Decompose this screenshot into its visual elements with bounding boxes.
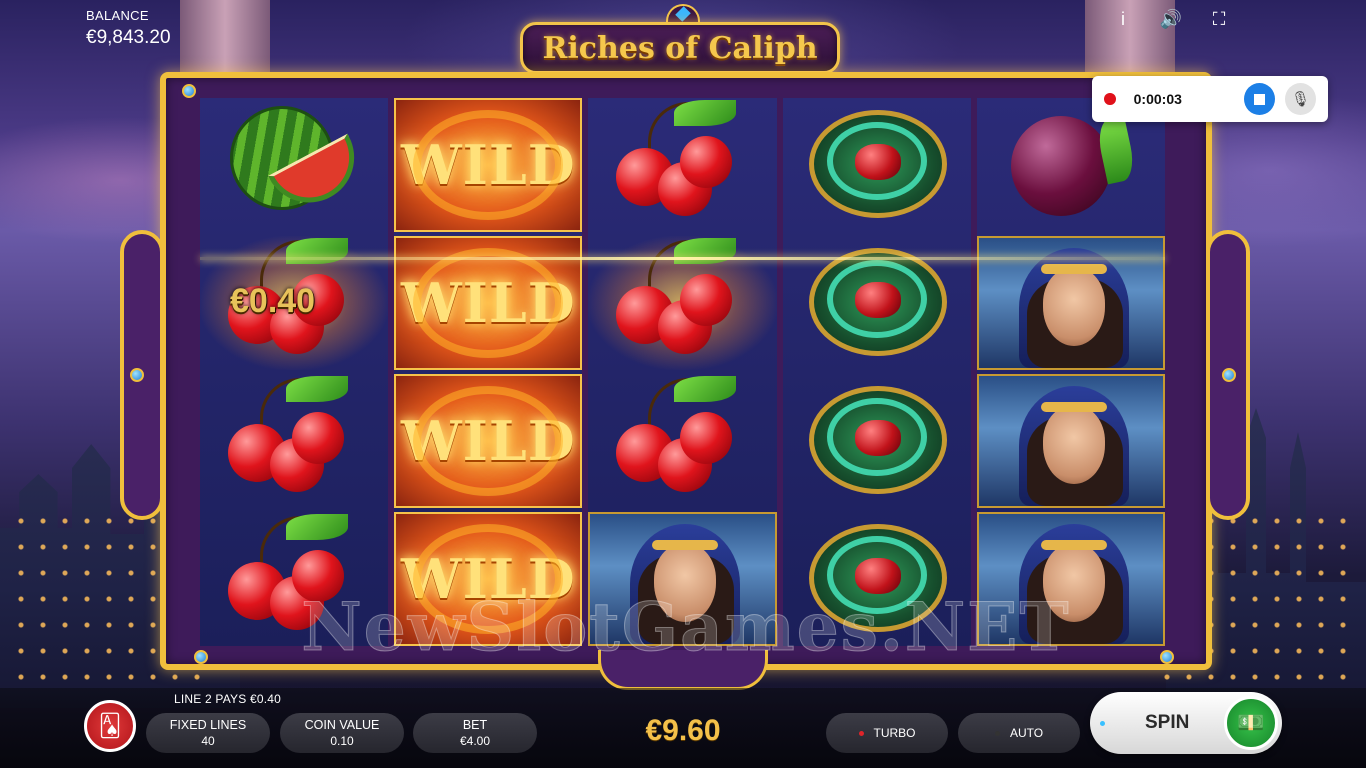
stop-recording-button[interactable] (1243, 83, 1275, 115)
sound-icon[interactable]: 🔊 (1158, 8, 1184, 30)
reel-4 (782, 98, 971, 646)
symbol-snake-emblem (783, 374, 971, 508)
cherry-leaf-icon (674, 238, 737, 264)
recording-time: 0:00:03 (1133, 91, 1182, 107)
game-title: Riches of Caliph (542, 30, 818, 66)
ruby-icon (854, 282, 901, 318)
ruby-icon (854, 144, 901, 180)
screen-recorder-widget: 0:00:03 🎙 (1092, 76, 1328, 122)
turbo-indicator-dot (858, 730, 864, 736)
mute-mic-button[interactable]: 🎙 (1284, 83, 1316, 115)
symbol-watermelon (200, 98, 388, 232)
reel-grid: €0.40 WILD WILD WILD WILD (200, 98, 1165, 646)
cherry-icon (680, 274, 733, 326)
spin-indicator-dot (1100, 720, 1105, 726)
auto-label: AUTO (1009, 726, 1044, 740)
turbo-label: TURBO (873, 726, 916, 740)
cherry-icon (680, 136, 733, 188)
snake-coil-icon (413, 110, 564, 220)
fullscreen-icon[interactable]: ⛶ (1206, 8, 1232, 30)
line-win-amount: €0.40 (230, 282, 316, 320)
cards-icon: 🂡 (98, 713, 122, 738)
win-message: LINE 2 PAYS €0.40 (174, 692, 282, 706)
coin-value-label: COIN VALUE (304, 718, 380, 732)
princess-headband-icon (652, 540, 719, 550)
princess-headband-icon (1040, 540, 1107, 550)
site-watermark: NewSlotGames.NET (301, 588, 1071, 667)
spin-label: SPIN (1145, 712, 1190, 733)
reel-2: WILD WILD WILD WILD (394, 98, 583, 646)
symbol-princess (976, 374, 1165, 508)
game-title-plaque: Riches of Caliph (520, 22, 840, 74)
symbol-cherry (588, 374, 776, 508)
coin-value-value: 0.10 (330, 734, 354, 748)
fixed-lines-value: 40 (201, 734, 215, 748)
symbol-wild: WILD (394, 98, 583, 232)
cherry-leaf-icon (286, 238, 348, 264)
symbol-cherry (588, 98, 776, 232)
paytable-cards-button[interactable]: 🂡 (84, 700, 136, 752)
snake-coil-icon (413, 386, 564, 496)
ruby-icon (854, 420, 901, 456)
plum-icon (1010, 116, 1111, 216)
stop-icon (1253, 93, 1265, 105)
money-stack-icon: 💵 (1224, 696, 1278, 750)
spin-button[interactable]: SPIN 💵 (1090, 692, 1282, 754)
cherry-leaf-icon (286, 514, 348, 540)
info-icon[interactable]: i (1110, 8, 1136, 30)
cherry-leaf-icon (286, 376, 348, 402)
total-bet-amount: €9.60 (645, 714, 721, 747)
symbol-wild: WILD (394, 374, 583, 508)
bet-selector[interactable]: BET €4.00 (413, 713, 537, 753)
frame-gem-icon (130, 368, 144, 382)
cherry-leaf-icon (674, 376, 737, 402)
princess-headband-icon (1040, 264, 1107, 274)
cherry-leaf-icon (674, 100, 737, 126)
frame-gem-icon (182, 84, 196, 98)
balance-display: BALANCE €9,843.20 (86, 8, 171, 49)
fixed-lines-display[interactable]: FIXED LINES 40 (146, 713, 270, 753)
princess-face-icon (1042, 406, 1105, 484)
bet-value: €4.00 (459, 734, 491, 748)
symbol-snake-emblem (783, 98, 971, 232)
top-icon-bar: i 🔊 ⛶ (1110, 8, 1232, 30)
princess-headband-icon (1040, 402, 1107, 412)
cherry-icon (680, 412, 733, 464)
cherry-icon (292, 412, 344, 464)
snake-coil-icon (413, 248, 564, 358)
reel-5 (976, 98, 1165, 646)
coin-value-selector[interactable]: COIN VALUE 0.10 (280, 713, 404, 753)
frame-gem-icon (1222, 368, 1236, 382)
auto-indicator-dot (994, 730, 1000, 736)
reel-1: €0.40 (200, 98, 389, 646)
winning-payline (200, 257, 1165, 260)
fixed-lines-label: FIXED LINES (169, 718, 247, 732)
reel-3 (588, 98, 777, 646)
symbol-cherry (200, 374, 388, 508)
bet-label: BET (462, 718, 488, 732)
autoplay-button[interactable]: AUTO (958, 713, 1080, 753)
balance-value: €9,843.20 (86, 27, 171, 48)
princess-face-icon (1042, 268, 1105, 346)
recording-dot-icon (1104, 93, 1116, 105)
balance-label: BALANCE (86, 8, 149, 23)
turbo-toggle-button[interactable]: TURBO (826, 713, 948, 753)
